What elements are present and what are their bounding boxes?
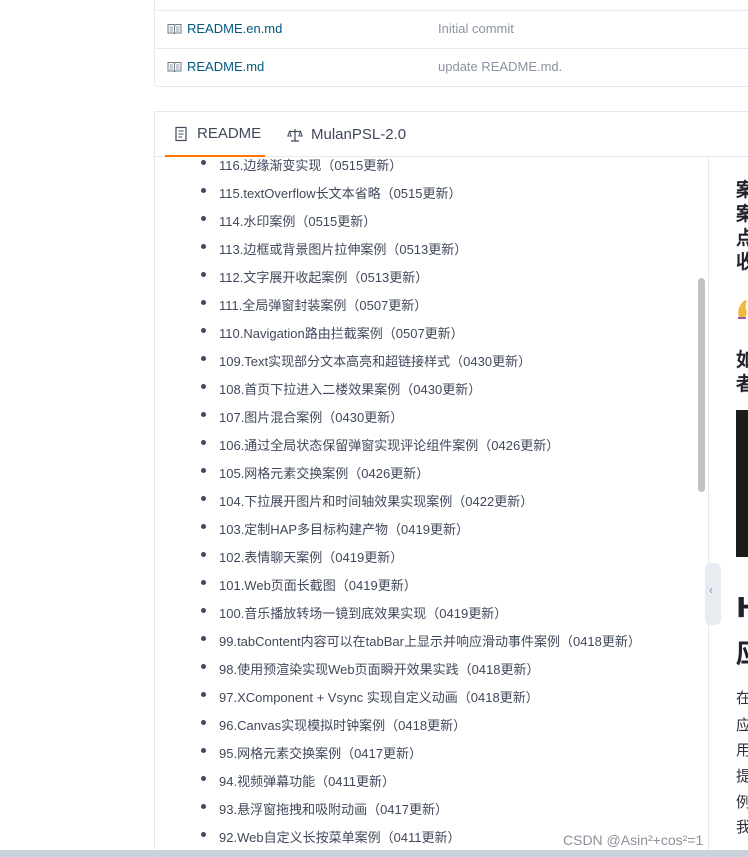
side-text-char: 用 [736,741,748,759]
chevron-left-icon: ‹ [709,583,713,597]
list-item: 116.边缘渐变实现（0515更新） [201,157,402,175]
list-item: 115.textOverflow长文本省略（0515更新） [201,183,462,203]
side-heading-char: 案 [736,203,748,225]
scrollbar-thumb[interactable] [698,278,705,492]
side-article-panel: 案 案 点 收 如 者 H 应 在 应 用 提 例 我 [709,157,748,857]
side-text-char: 例 [736,793,748,811]
list-item: 106.通过全局状态保留弹窗实现评论组件案例（0426更新） [201,435,559,455]
tab-license-label: MulanPSL-2.0 [311,126,407,143]
list-item: 112.文字展开收起案例（0513更新） [201,267,428,287]
list-item: 103.定制HAP多目标构建产物（0419更新） [201,519,469,539]
list-item: 97.XComponent + Vsync 实现自定义动画（0418更新） [201,687,539,707]
side-text-char: 我 [736,818,748,836]
file-name-link[interactable]: README.en.md [187,21,282,36]
file-list: README.en.md Initial commit README.md up… [154,0,748,87]
scale-icon [287,128,303,142]
list-item: 105.网格元素交换案例（0426更新） [201,463,429,483]
list-item: 93.悬浮窗拖拽和吸附动画（0417更新） [201,799,448,819]
commit-message-link[interactable]: Initial commit [438,21,514,36]
file-row[interactable]: README.md update README.md. [155,48,748,86]
document-icon [175,126,187,141]
side-text-char: 应 [736,716,748,734]
file-name-link[interactable]: README.md [187,59,264,74]
hand-emoji-icon [738,300,747,319]
file-row[interactable]: README.en.md Initial commit [155,10,748,48]
list-item: 114.水印案例（0515更新） [201,211,376,231]
side-text-char: 在 [736,689,748,707]
side-title-char: 应 [736,631,748,671]
readme-tabs: README MulanPSL-2.0 [155,112,748,157]
side-text-char: 提 [736,767,748,785]
side-title-char: H [736,591,748,624]
list-item: 109.Text实现部分文本高亮和超链接样式（0430更新） [201,351,531,371]
list-item: 94.视频弹幕功能（0411更新） [201,771,395,791]
book-icon [167,24,182,35]
list-item: 96.Canvas实现模拟时钟案例（0418更新） [201,715,466,735]
list-item: 100.音乐播放转场一镜到底效果实现（0419更新） [201,603,507,623]
list-item: 99.tabContent内容可以在tabBar上显示并响应滑动事件案例（041… [201,631,641,651]
book-icon [167,62,182,73]
tab-license[interactable]: MulanPSL-2.0 [279,112,419,157]
side-heading-char: 案 [736,179,748,201]
tab-readme[interactable]: README [165,112,265,157]
tab-readme-label: README [197,125,262,142]
list-item: 104.下拉展开图片和时间轴效果实现案例（0422更新） [201,491,533,511]
readme-content-list[interactable]: 116.边缘渐变实现（0515更新） 115.textOverflow长文本省略… [154,157,694,857]
side-heading-char: 收 [736,251,748,273]
list-item: 107.图片混合案例（0430更新） [201,407,403,427]
watermark: CSDN @Asin²+cos²=1 [563,832,704,848]
list-item: 98.使用预渲染实现Web页面瞬开效果实践（0418更新） [201,659,540,679]
list-item: 110.Navigation路由拦截案例（0507更新） [201,323,464,343]
commit-message-link[interactable]: update README.md. [438,59,562,74]
collapse-panel-button[interactable]: ‹ [705,563,721,625]
side-heading-char: 点 [736,227,748,249]
side-subheading-char: 如 [736,349,748,371]
scrollbar-track[interactable] [696,157,708,857]
list-item: 92.Web自定义长按菜单案例（0411更新） [201,827,461,847]
list-item: 111.全局弹窗封装案例（0507更新） [201,295,427,315]
list-item: 102.表情聊天案例（0419更新） [201,547,403,567]
list-item: 108.首页下拉进入二楼效果案例（0430更新） [201,379,481,399]
list-item: 101.Web页面长截图（0419更新） [201,575,417,595]
list-item: 113.边框或背景图片拉伸案例（0513更新） [201,239,467,259]
side-subheading-char: 者 [736,373,748,395]
bottom-bar [0,850,748,857]
list-item: 95.网格元素交换案例（0417更新） [201,743,422,763]
video-thumbnail[interactable] [736,410,748,557]
